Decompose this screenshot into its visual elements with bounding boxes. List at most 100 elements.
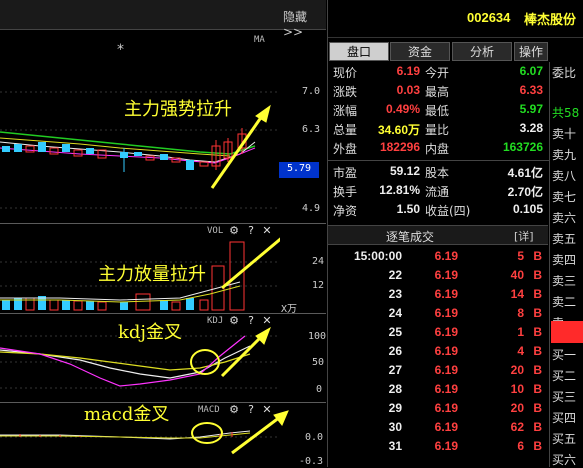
quote-divider bbox=[328, 160, 550, 161]
trade-row: 28 6.19 10 B bbox=[328, 382, 550, 400]
trade-time: 23 bbox=[388, 287, 402, 301]
quote-label: 收益(四) bbox=[425, 204, 471, 218]
trade-side: B bbox=[533, 249, 542, 263]
quote-label: 净资 bbox=[333, 204, 358, 218]
order-book-label: 买五 bbox=[552, 432, 577, 446]
quote-value: 6.33 bbox=[519, 83, 543, 97]
order-book-ratio-bar bbox=[551, 321, 583, 343]
order-book-label: 卖八 bbox=[552, 169, 577, 183]
tab-handicap[interactable]: 盘口 bbox=[329, 42, 389, 61]
trade-time: 27 bbox=[388, 363, 402, 377]
quote-value: 2.70亿 bbox=[507, 185, 543, 199]
quote-value: 0.49% bbox=[385, 102, 420, 116]
trade-price: 6.19 bbox=[434, 420, 458, 434]
trade-price: 6.19 bbox=[434, 382, 458, 396]
tab-analysis[interactable]: 分析 bbox=[452, 42, 512, 61]
arrow-kdj bbox=[220, 326, 271, 378]
trade-time: 26 bbox=[388, 344, 402, 358]
quote-value: 0.03 bbox=[396, 83, 420, 97]
macd-cross-circle bbox=[191, 422, 223, 444]
vol-axis-tick: 12 bbox=[312, 280, 325, 291]
order-book-label: 卖二 bbox=[552, 295, 577, 309]
vol-axis-tick: 24 bbox=[312, 256, 325, 267]
order-book-label: 卖十 bbox=[552, 127, 577, 141]
quote-value: 0.105 bbox=[512, 202, 543, 216]
order-book-label: 卖六 bbox=[552, 211, 577, 225]
quote-label: 外盘 bbox=[333, 142, 358, 156]
trade-time: 22 bbox=[388, 268, 402, 282]
quote-label: 内盘 bbox=[425, 142, 450, 156]
trade-price: 6.19 bbox=[434, 363, 458, 377]
quote-label: 今开 bbox=[425, 66, 450, 80]
order-book-label: 卖五 bbox=[552, 232, 577, 246]
quote-value: 4.61亿 bbox=[507, 166, 543, 180]
tab-operate[interactable]: 操作 bbox=[514, 42, 548, 61]
quote-value: 182296 bbox=[379, 140, 420, 154]
candles bbox=[2, 128, 247, 172]
kline-chart-area[interactable]: 隐藏>> MA * 7.0 6.3 5.79 4.9 主力强势拉升 VOL ⚙ … bbox=[0, 0, 326, 467]
order-book-label: 卖三 bbox=[552, 274, 577, 288]
tab-funds[interactable]: 资金 bbox=[390, 42, 450, 61]
price-axis-tick: 4.9 bbox=[302, 203, 321, 214]
kdj-axis-tick: 0 bbox=[316, 384, 323, 395]
trade-side: B bbox=[533, 420, 542, 434]
kdj-axis-tick: 100 bbox=[308, 331, 327, 342]
trade-row: 30 6.19 62 B bbox=[328, 420, 550, 438]
trade-row: 27 6.19 20 B bbox=[328, 363, 550, 381]
order-book-label: 卖七 bbox=[552, 190, 577, 204]
trade-volume: 20 bbox=[510, 363, 524, 377]
stock-name: 棒杰股份 bbox=[524, 13, 577, 28]
quote-label: 量比 bbox=[425, 123, 450, 137]
trade-side: B bbox=[533, 325, 542, 339]
quote-value: 3.28 bbox=[519, 121, 543, 135]
trade-row: 22 6.19 40 B bbox=[328, 268, 550, 286]
quote-label: 流通 bbox=[425, 185, 450, 199]
quote-value: 59.12 bbox=[389, 164, 420, 178]
quote-label: 涨幅 bbox=[333, 104, 358, 118]
trades-detail-button[interactable]: [详] bbox=[514, 228, 534, 244]
kdj-axis-tick: 50 bbox=[312, 357, 325, 368]
trade-volume: 14 bbox=[510, 287, 524, 301]
quote-label: 市盈 bbox=[333, 166, 358, 180]
quote-value: 163726 bbox=[502, 140, 543, 154]
trade-price: 6.19 bbox=[434, 439, 458, 453]
trade-volume: 20 bbox=[510, 401, 524, 415]
order-book-label: 卖九 bbox=[552, 148, 577, 162]
trade-side: B bbox=[533, 344, 542, 358]
trade-time: 24 bbox=[388, 306, 402, 320]
trade-side: B bbox=[533, 382, 542, 396]
trade-price: 6.19 bbox=[434, 249, 458, 263]
hide-panel-button[interactable]: 隐藏>> bbox=[283, 8, 326, 39]
trade-row: 29 6.19 20 B bbox=[328, 401, 550, 419]
trade-time: 28 bbox=[388, 382, 402, 396]
trade-volume: 1 bbox=[517, 325, 524, 339]
trade-volume: 8 bbox=[517, 306, 524, 320]
trades-header: 逐笔成交 [详] bbox=[328, 225, 548, 245]
trade-volume: 6 bbox=[517, 439, 524, 453]
price-chart-svg bbox=[0, 91, 280, 209]
trade-time: 25 bbox=[388, 325, 402, 339]
price-axis-tick: 7.0 bbox=[302, 86, 321, 97]
trade-row: 23 6.19 14 B bbox=[328, 287, 550, 305]
quote-label: 涨跌 bbox=[333, 85, 358, 99]
quote-value: 5.97 bbox=[519, 102, 543, 116]
trade-time: 31 bbox=[388, 439, 402, 453]
trade-price: 6.19 bbox=[434, 287, 458, 301]
annotation-kdj-cross: kdj金叉 bbox=[118, 322, 183, 343]
order-book-label: 买六 bbox=[552, 453, 577, 467]
annotation-volume-rally: 主力放量拉升 bbox=[98, 264, 206, 285]
trade-volume: 40 bbox=[510, 268, 524, 282]
annotation-main-rally: 主力强势拉升 bbox=[124, 99, 232, 120]
trade-row: 15:00:00 6.19 5 B bbox=[328, 249, 550, 267]
quote-label: 最低 bbox=[425, 104, 450, 118]
quote-value: 1.50 bbox=[396, 202, 420, 216]
current-price-marker: 5.79 bbox=[279, 162, 319, 178]
quote-label: 总量 bbox=[333, 123, 358, 137]
trade-volume: 62 bbox=[510, 420, 524, 434]
trades-title: 逐笔成交 bbox=[386, 230, 435, 244]
order-book-label: 买四 bbox=[552, 411, 577, 425]
chart-toolbar bbox=[0, 0, 326, 30]
stock-header: 002634 棒杰股份 bbox=[328, 0, 583, 38]
price-axis-tick: 6.3 bbox=[302, 124, 321, 135]
trade-side: B bbox=[533, 439, 542, 453]
